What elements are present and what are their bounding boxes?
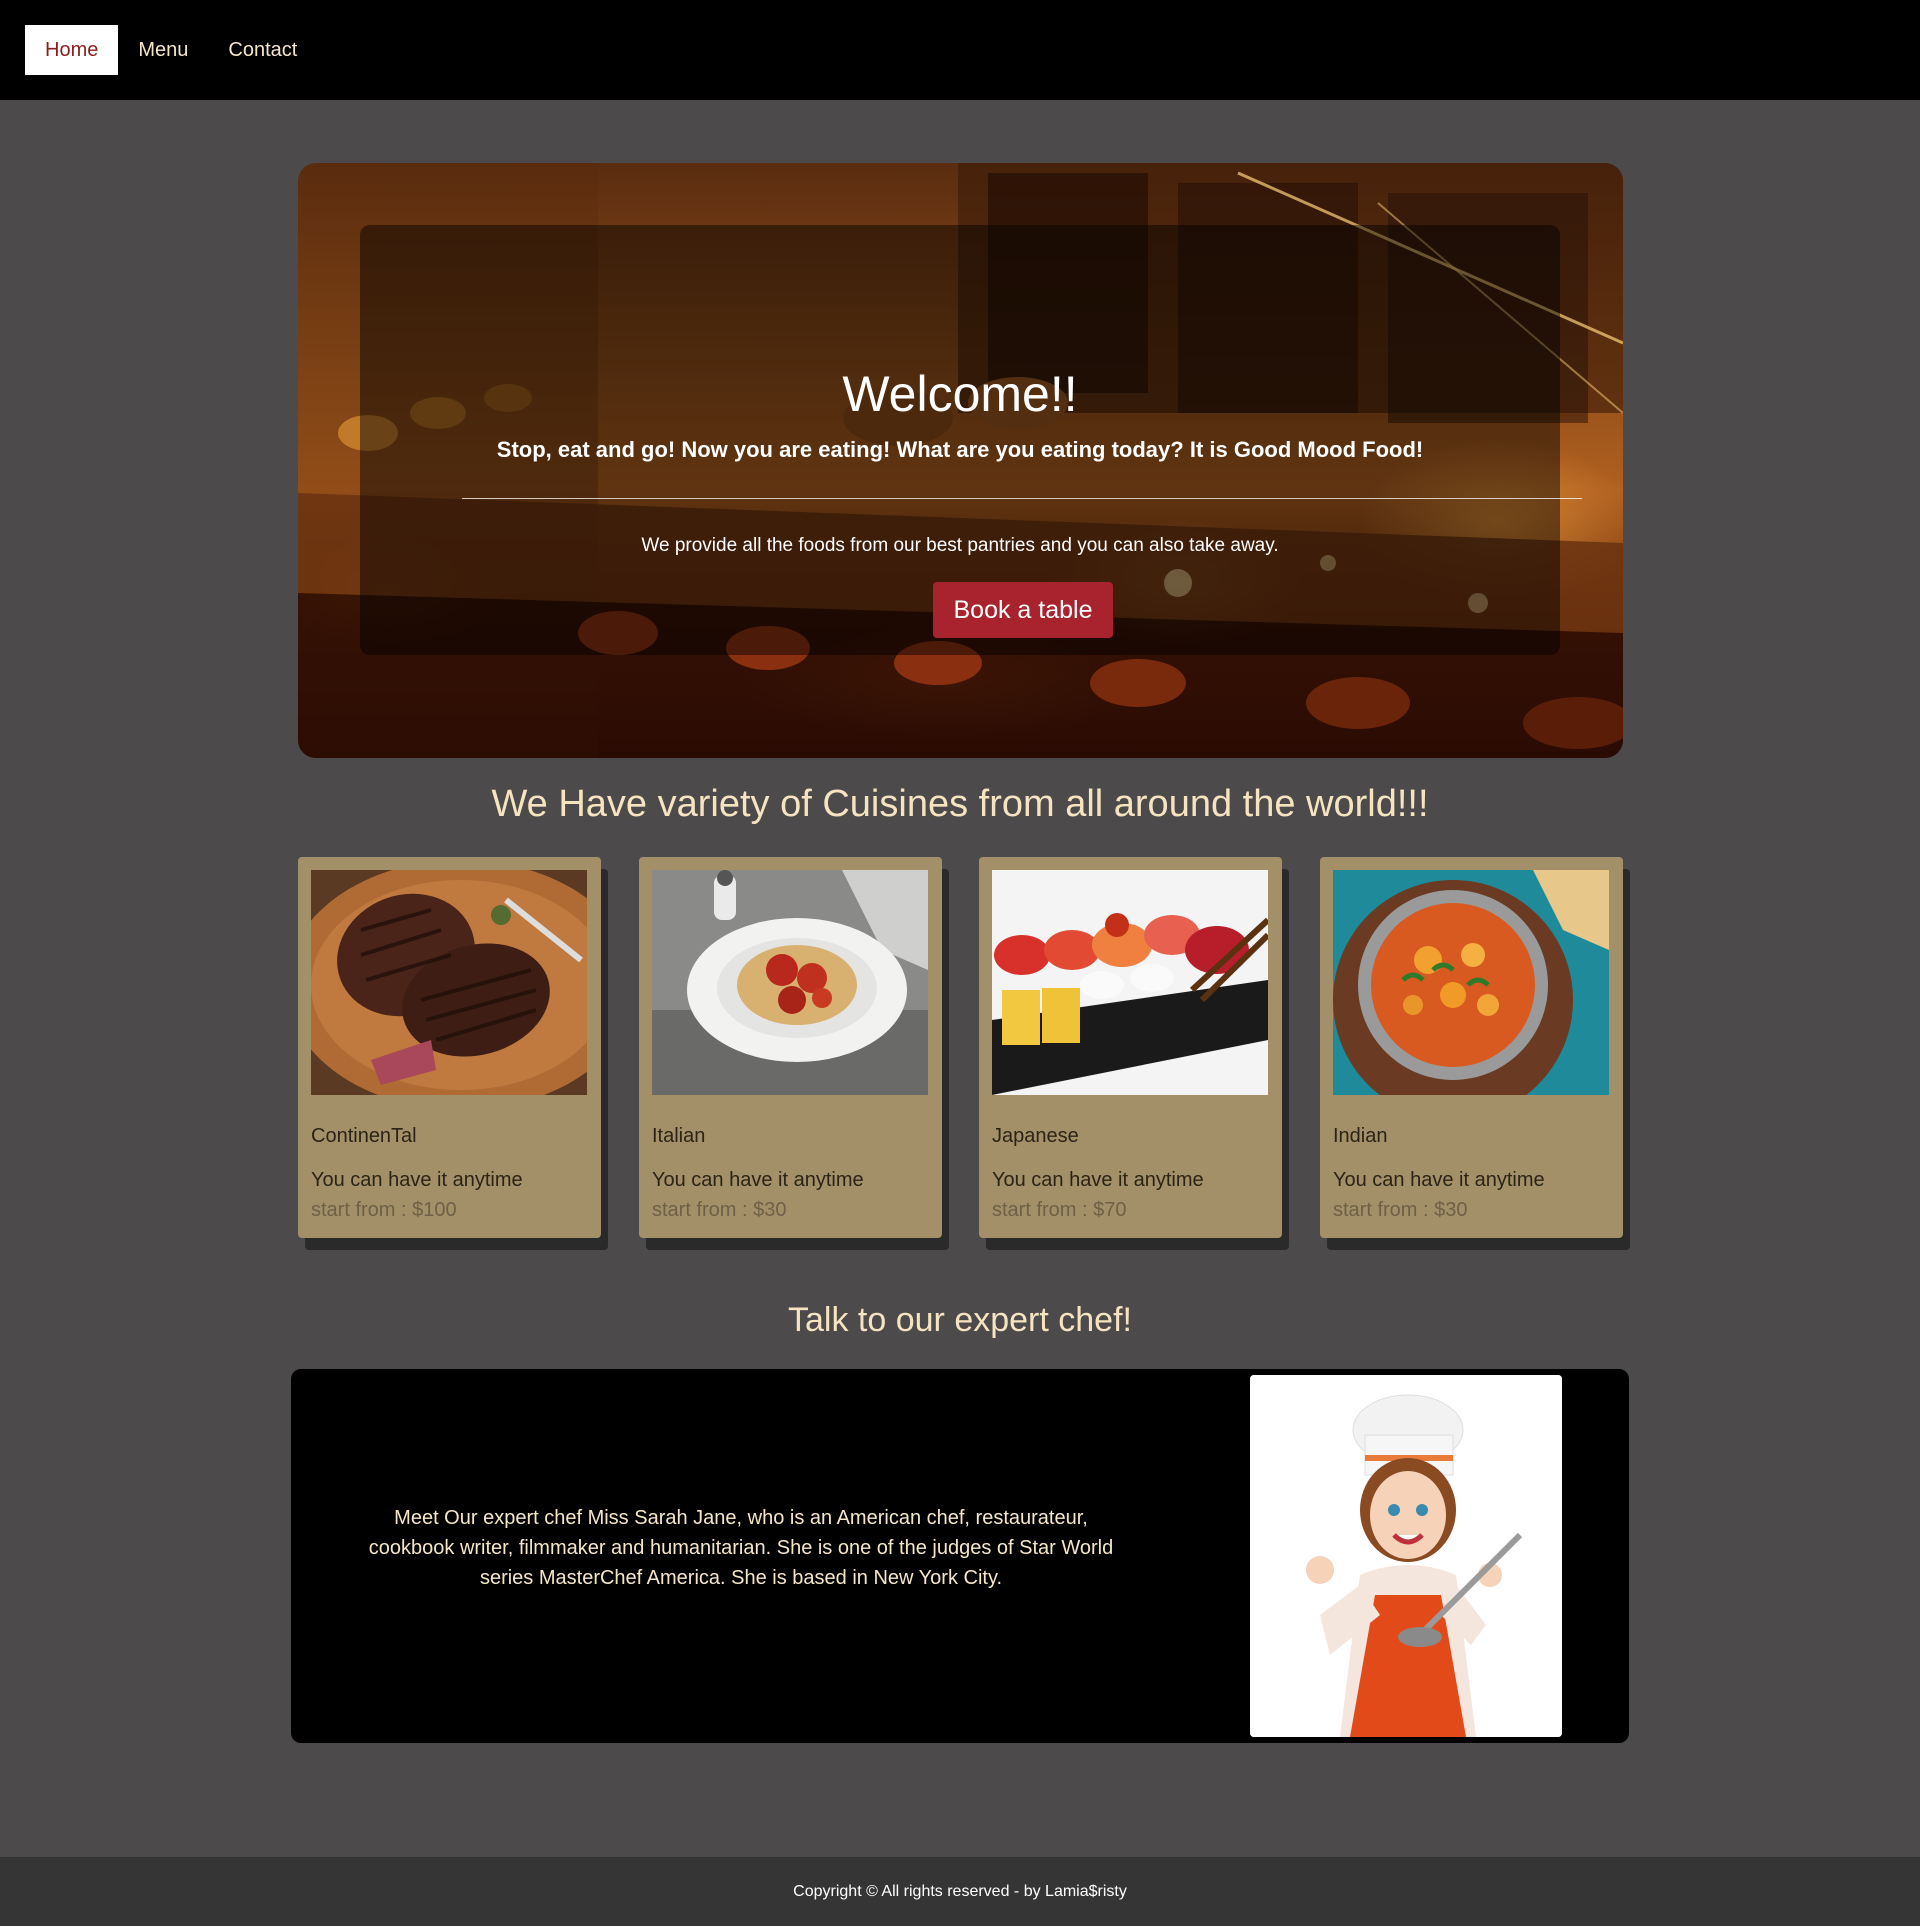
chef-heading: Talk to our expert chef! xyxy=(788,1301,1132,1339)
hero-banner: Welcome!! Stop, eat and go! Now you are … xyxy=(298,163,1623,758)
hero-divider xyxy=(462,498,1582,499)
hero-description: We provide all the foods from our best p… xyxy=(641,535,1279,556)
steak-image xyxy=(311,870,587,1095)
curry-image xyxy=(1333,870,1609,1095)
chef-illustration xyxy=(1250,1375,1562,1737)
cuisine-availability: You can have it anytime xyxy=(311,1169,523,1191)
book-table-button[interactable]: Book a table xyxy=(933,582,1113,638)
cuisine-name: ContinenTal xyxy=(311,1125,417,1147)
hero-title: Welcome!! xyxy=(842,366,1078,422)
nav-menu-link[interactable]: Menu xyxy=(118,25,208,75)
nav-contact-link[interactable]: Contact xyxy=(208,25,317,75)
cuisine-card-italian[interactable]: Italian You can have it anytime start fr… xyxy=(639,857,942,1238)
cuisine-card-japanese[interactable]: Japanese You can have it anytime start f… xyxy=(979,857,1282,1238)
nav-home-link[interactable]: Home xyxy=(25,25,119,75)
cuisines-heading: We Have variety of Cuisines from all aro… xyxy=(491,783,1429,825)
cuisine-price: start from : $70 xyxy=(992,1199,1127,1221)
cuisine-price: start from : $30 xyxy=(1333,1199,1468,1221)
cuisine-availability: You can have it anytime xyxy=(1333,1169,1545,1191)
spaghetti-image xyxy=(652,870,928,1095)
chef-section: Meet Our expert chef Miss Sarah Jane, wh… xyxy=(291,1369,1629,1743)
cuisine-availability: You can have it anytime xyxy=(992,1169,1204,1191)
cuisine-name: Japanese xyxy=(992,1125,1079,1147)
hero-subtitle: Stop, eat and go! Now you are eating! Wh… xyxy=(496,437,1424,462)
cuisine-card-indian[interactable]: Indian You can have it anytime start fro… xyxy=(1320,857,1623,1238)
sushi-image xyxy=(992,870,1268,1095)
cuisine-availability: You can have it anytime xyxy=(652,1169,864,1191)
cuisine-name: Indian xyxy=(1333,1125,1388,1147)
cuisine-price: start from : $100 xyxy=(311,1199,457,1221)
cuisine-price: start from : $30 xyxy=(652,1199,787,1221)
top-navbar: Home Menu Contact xyxy=(0,0,1920,100)
site-footer: Copyright © All rights reserved - by Lam… xyxy=(0,1857,1920,1926)
cuisine-name: Italian xyxy=(652,1125,706,1147)
cuisine-card-continental[interactable]: ContinenTal You can have it anytime star… xyxy=(298,857,601,1238)
copyright-text: Copyright © All rights reserved - by Lam… xyxy=(793,1882,1127,1900)
hero-overlay-panel: Welcome!! Stop, eat and go! Now you are … xyxy=(360,225,1582,655)
chef-description: Meet Our expert chef Miss Sarah Jane, wh… xyxy=(368,1507,1114,1589)
